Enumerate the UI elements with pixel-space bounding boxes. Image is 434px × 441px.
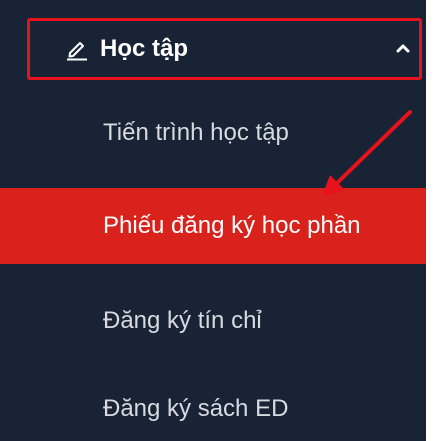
menu-item-dang-ky-sach-ed[interactable]: Đăng ký sách ED xyxy=(0,391,426,431)
menu-item-label: Đăng ký tín chỉ xyxy=(103,307,262,334)
menu-item-label: Đăng ký sách ED xyxy=(103,395,289,422)
menu-item-phieu-dang-ky-hoc-phan[interactable]: Phiếu đăng ký học phần xyxy=(0,188,426,264)
sidebar-menu: Học tập Tiến trình học tập Phiếu đăng ký… xyxy=(0,0,426,441)
pencil-icon xyxy=(67,42,87,61)
chevron-up-icon[interactable] xyxy=(395,41,411,55)
section-header-label: Học tập xyxy=(100,35,189,62)
menu-item-tien-trinh-hoc-tap[interactable]: Tiến trình học tập xyxy=(0,115,426,155)
menu-item-label: Tiến trình học tập xyxy=(103,119,289,146)
menu-item-dang-ky-tin-chi[interactable]: Đăng ký tín chỉ xyxy=(0,303,426,343)
section-header-hoc-tap[interactable]: Học tập xyxy=(27,18,422,80)
menu-item-label: Phiếu đăng ký học phần xyxy=(103,212,361,239)
